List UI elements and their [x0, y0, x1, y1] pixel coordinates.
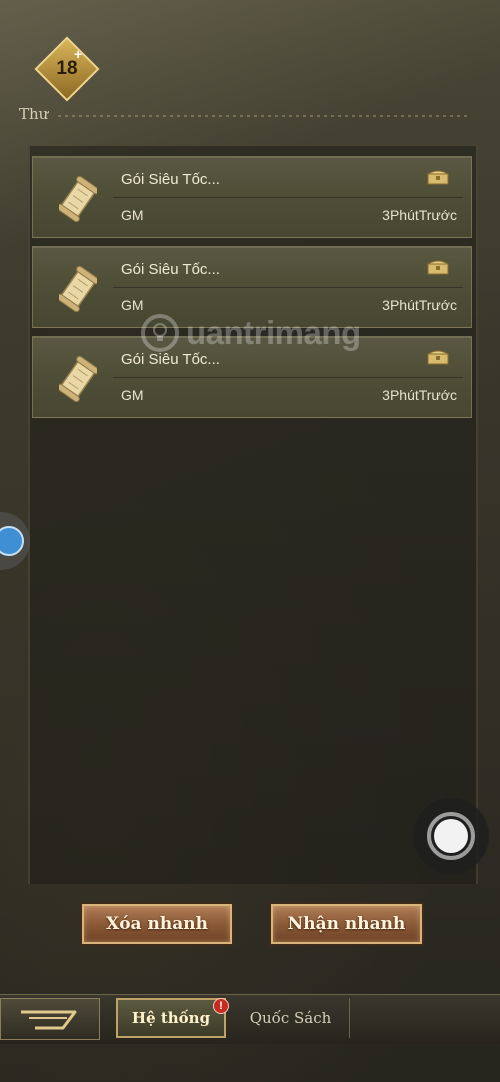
scroll-icon [59, 175, 97, 223]
page-title: Thư [19, 105, 49, 123]
scroll-icon [59, 265, 97, 313]
assistive-touch-dot [434, 819, 468, 853]
scroll-icon [59, 355, 97, 403]
back-arrow-icon [21, 1010, 77, 1030]
chest-icon [427, 260, 449, 275]
title-divider [58, 115, 470, 117]
quick-delete-button[interactable]: Xóa nhanh [82, 904, 232, 944]
age-rating-number: 18 [56, 58, 78, 79]
mail-time: 3PhútTrước [382, 387, 457, 403]
age-rating-plus: + [74, 46, 83, 62]
tab-system[interactable]: Hệ thống [116, 998, 226, 1038]
mail-time: 3PhútTrước [382, 297, 457, 313]
mail-item[interactable]: Gói Siêu Tốc... GM 3PhútTrước [32, 156, 472, 238]
back-button[interactable] [0, 998, 100, 1040]
notification-badge: ! [213, 998, 229, 1014]
mail-sender: GM [121, 207, 144, 223]
lightbulb-logo-icon [141, 314, 179, 352]
quick-receive-button[interactable]: Nhận nhanh [271, 904, 422, 944]
tab-national-policy[interactable]: Quốc Sách [232, 998, 350, 1038]
chest-icon [427, 170, 449, 185]
mail-sender: GM [121, 387, 144, 403]
mail-item-divider [113, 287, 463, 288]
assistive-touch-ring [427, 812, 475, 860]
mail-subject: Gói Siêu Tốc... [121, 171, 220, 188]
assistant-face-icon [0, 526, 24, 556]
assistive-touch-button[interactable] [413, 798, 489, 874]
mail-time: 3PhútTrước [382, 207, 457, 223]
watermark: uantrimang [140, 308, 370, 358]
watermark-text: uantrimang [186, 314, 361, 351]
mail-subject: Gói Siêu Tốc... [121, 261, 220, 278]
mail-item-divider [113, 377, 463, 378]
chest-icon [427, 350, 449, 365]
mail-item-divider [113, 197, 463, 198]
